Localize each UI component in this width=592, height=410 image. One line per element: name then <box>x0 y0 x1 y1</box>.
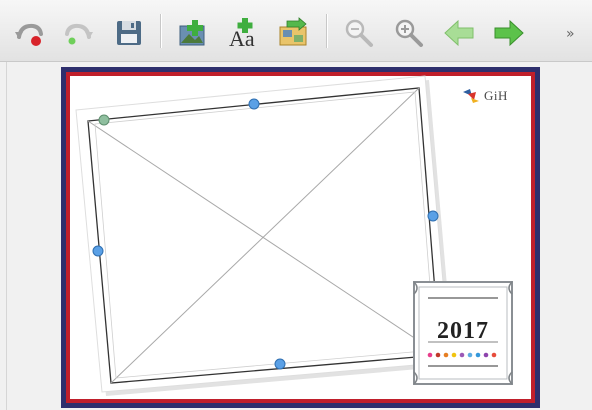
save-button[interactable] <box>112 16 146 50</box>
arrow-left-icon <box>444 19 474 47</box>
zoom-in-icon <box>395 19 423 47</box>
floppy-disk-icon <box>117 21 141 45</box>
add-image-button[interactable] <box>176 16 210 50</box>
next-page-button[interactable] <box>492 16 526 50</box>
redo-icon <box>65 23 93 45</box>
toolbar-separator <box>326 14 327 48</box>
undo-button[interactable] <box>12 16 46 50</box>
add-image-icon <box>179 20 205 46</box>
add-text-icon: Aa <box>229 18 255 50</box>
toolbar-overflow-button[interactable]: » <box>566 26 575 42</box>
zoom-out-icon <box>345 19 373 47</box>
arrow-right-icon <box>494 19 524 47</box>
change-template-button[interactable] <box>276 16 310 50</box>
toolbar-separator <box>160 14 161 48</box>
brand-logo-text: GiH <box>484 88 508 103</box>
zoom-in-button[interactable] <box>392 16 426 50</box>
template-swap-icon <box>279 17 307 46</box>
zoom-out-button[interactable] <box>342 16 376 50</box>
year-label: 2017 <box>437 318 489 344</box>
redo-button[interactable] <box>62 16 96 50</box>
previous-page-button[interactable] <box>442 16 476 50</box>
undo-icon <box>15 23 43 46</box>
brand-logo-icon <box>463 89 479 103</box>
svg-text:Aa: Aa <box>229 26 255 50</box>
toolbar: Aa » <box>0 0 592 62</box>
workspace-edge <box>6 62 7 410</box>
brand-logo: GiH <box>462 88 508 104</box>
canvas-page[interactable] <box>70 76 531 399</box>
add-text-button[interactable]: Aa <box>226 16 260 50</box>
